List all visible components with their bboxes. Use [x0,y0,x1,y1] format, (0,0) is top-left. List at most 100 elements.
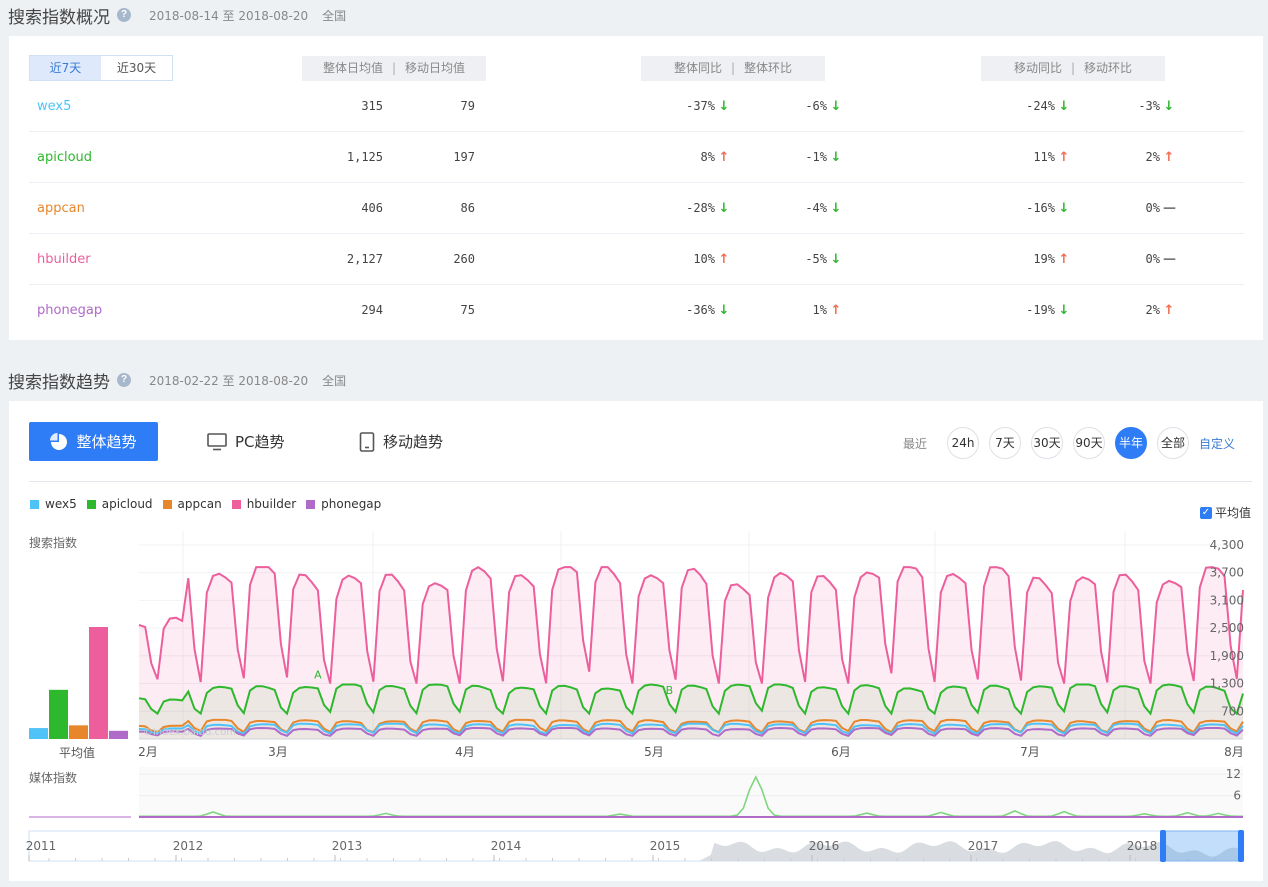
y-tick-label: 2,500 [1210,621,1244,635]
mobile-avg-value: 260 [453,252,475,266]
x-tick-label: 8月 [1224,745,1244,759]
y-tick-label: 3,100 [1210,593,1244,607]
overview-panel: 近7天 近30天 整体日均值 | 移动日均值 整体同比 | 整体环比 移动同比 | 移动环比… [9,36,1263,340]
mobile-avg-value: 197 [453,150,475,164]
navigator-year-label: 2015 [650,839,681,853]
keyword-link[interactable]: apicloud [37,132,92,183]
mobile-yoy-header: 移动同比 [1013,61,1062,75]
mobile-mom-value: 0% — [1095,234,1176,285]
mobile-avg-value: 75 [460,303,475,317]
mobile-yoy-value: -19% ↓ [990,285,1070,336]
arrow-up-icon: ↑ [718,150,730,165]
average-bar-apicloud [49,689,68,739]
overall-mom-header: 整体环比 [744,61,793,75]
mobile-mom-value: 2% ↑ [1095,132,1175,183]
table-row: phonegap 294 75 -36% ↓ 1% ↑ -19% ↓ 2% ↑ [29,285,1244,336]
mobile-mom-value: 2% ↑ [1095,285,1175,336]
range-tabs: 近7天 近30天 [29,55,173,81]
x-tick-label: 3月 [268,745,288,759]
arrow-down-icon: ↓ [1163,99,1175,114]
x-tick-label: 7月 [1020,745,1040,759]
overall-avg-value: 406 [361,201,383,215]
x-tick-label: 6月 [831,745,851,759]
annotation-a: A [314,668,322,681]
keyword-link[interactable]: wex5 [37,81,71,132]
x-tick-label: 2月 [138,745,158,759]
mobile-mom-value: 0% — [1095,183,1176,234]
arrow-down-icon: ↓ [830,201,842,216]
overview-header: 搜索指数概况 ? 2018-08-14 至 2018-08-20 全国 [8,1,346,29]
arrow-down-icon: ↓ [718,303,730,318]
average-caption: 平均值 [59,745,95,760]
overall-yoy-value: 10% ↑ [650,234,730,285]
overall-avg-value: 1,125 [346,150,383,164]
overall-yoy-value: -36% ↓ [650,285,730,336]
overall-yoy-value: -28% ↓ [650,183,730,234]
overall-avg-value: 2,127 [346,252,383,266]
arrow-down-icon: ↓ [830,252,842,267]
overall-avg-value: 315 [361,99,383,113]
trend-title: 搜索指数趋势 [8,372,110,393]
arrow-down-icon: ↓ [718,201,730,216]
x-tick-label: 4月 [455,745,475,759]
arrow-down-icon: ↓ [1058,99,1070,114]
table-row: wex5 315 79 -37% ↓ -6% ↓ -24% ↓ -3% ↓ [29,81,1244,132]
mobile-change-header: 移动同比 | 移动环比 [981,56,1165,81]
annotation-b: B [666,684,674,697]
overall-mom-value: 1% ↑ [762,285,842,336]
mobile-mom-value: -3% ↓ [1095,81,1175,132]
overall-avg-header: 整体日均值 [322,61,383,75]
average-bar-phonegap [109,730,128,739]
navigator-handle-left [1160,830,1166,862]
mobile-yoy-value: -24% ↓ [990,81,1070,132]
help-icon[interactable]: ? [117,373,131,387]
overall-mom-value: -4% ↓ [762,183,842,234]
overall-avg-value: 294 [361,303,383,317]
overall-yoy-value: 8% ↑ [650,132,730,183]
navigator-year-label: 2014 [491,839,522,853]
overview-title: 搜索指数概况 [8,7,110,28]
keyword-link[interactable]: hbuilder [37,234,91,285]
navigator-year-label: 2016 [809,839,840,853]
average-bar-hbuilder [89,627,108,739]
table-row: appcan 406 86 -28% ↓ -4% ↓ -16% ↓ 0% — [29,183,1244,234]
overview-region: 全国 [322,8,347,23]
mobile-mom-header: 移动环比 [1084,61,1133,75]
tab-last-30-days[interactable]: 近30天 [101,56,172,80]
trend-date-range: 2018-02-22 至 2018-08-20 [149,373,309,388]
arrow-down-icon: ↓ [830,150,842,165]
dash-icon: — [1163,201,1176,216]
avg-header: 整体日均值 | 移动日均值 [302,56,486,81]
navigator-year-label: 2018 [1127,839,1158,853]
arrow-up-icon: ↑ [1058,252,1070,267]
navigator-year-label: 2017 [968,839,999,853]
arrow-down-icon: ↓ [1058,201,1070,216]
navigator-year-label: 2012 [173,839,204,853]
arrow-up-icon: ↑ [718,252,730,267]
watermark: ©index.baidu.com [143,727,236,738]
keyword-link[interactable]: appcan [37,183,85,234]
overall-yoy-value: -37% ↓ [650,81,730,132]
trend-chart[interactable]: A B ©index.baidu.com 4,300 3,700 3,100 2,500 1,… [9,401,1263,881]
trend-region: 全国 [322,373,347,388]
navigator-year-label: 2013 [332,839,363,853]
x-tick-label: 5月 [644,745,664,759]
help-icon[interactable]: ? [117,8,131,22]
average-bar-wex5 [29,728,48,739]
dash-icon: — [1163,252,1176,267]
mobile-yoy-value: 19% ↑ [990,234,1070,285]
keyword-link[interactable]: phonegap [37,285,102,336]
series-area-apicloud [139,684,1243,739]
arrow-down-icon: ↓ [1058,303,1070,318]
arrow-up-icon: ↑ [1058,150,1070,165]
arrow-up-icon: ↑ [1163,303,1175,318]
trend-header: 搜索指数趋势 ? 2018-02-22 至 2018-08-20 全国 [8,366,346,394]
y-tick-label: 3,700 [1210,566,1244,580]
arrow-down-icon: ↓ [718,99,730,114]
overall-mom-value: -6% ↓ [762,81,842,132]
y-tick-label: 4,300 [1210,538,1244,552]
arrow-up-icon: ↑ [830,303,842,318]
tab-last-7-days[interactable]: 近7天 [30,56,101,80]
mobile-yoy-value: -16% ↓ [990,183,1070,234]
media-y-tick-label: 6 [1233,789,1241,803]
